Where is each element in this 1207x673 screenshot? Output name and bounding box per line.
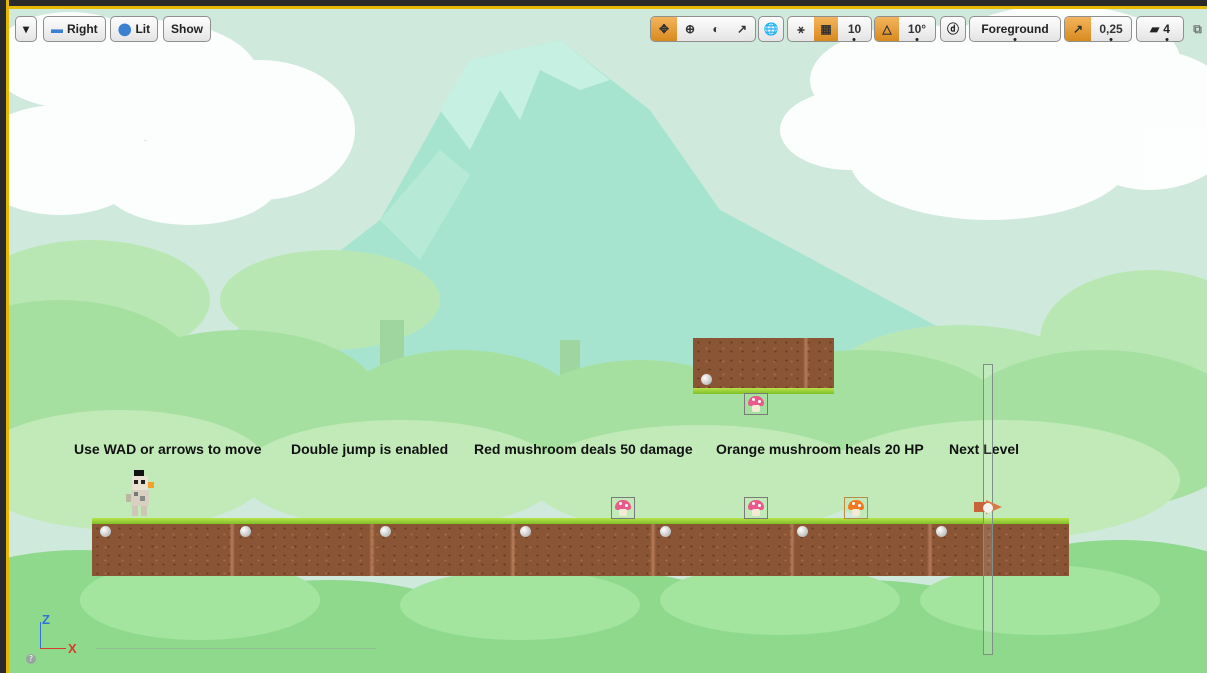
red-mushroom[interactable] xyxy=(611,497,635,519)
pearl-pickup xyxy=(660,526,671,537)
layer-label: Foreground xyxy=(981,22,1049,36)
coordinate-system-button[interactable]: 🌐 xyxy=(758,16,784,42)
show-flags-button[interactable]: Show xyxy=(163,16,211,42)
grid-snap-toggle[interactable]: ▦ xyxy=(814,17,838,41)
next-level-flag[interactable] xyxy=(974,500,1002,514)
lighting-mode-label: Lit xyxy=(135,22,151,36)
hint-red-mushroom: Red mushroom deals 50 damage xyxy=(474,441,693,457)
pearl-pickup xyxy=(240,526,251,537)
translate-icon: ✥ xyxy=(658,22,670,36)
hint-orange-mushroom: Orange mushroom heals 20 HP xyxy=(716,441,924,457)
axis-gizmo: Z X xyxy=(30,612,90,662)
level-viewport[interactable]: ▾ ▬ Right ⬤ Lit Show ✥ ⊕ ◐ ↗ 🌐 ⚹ ▦ 10 △ … xyxy=(0,0,1207,673)
selection-frame-top xyxy=(0,0,1207,9)
maximize-icon: ⧉ xyxy=(1193,22,1202,36)
scale-snap-value[interactable]: 0,25 xyxy=(1091,17,1131,41)
camera-speed-button[interactable]: ▰ 4 xyxy=(1136,16,1184,42)
player-character[interactable] xyxy=(126,470,156,518)
red-mushroom[interactable] xyxy=(744,393,768,415)
grid-snap-icon: ▦ xyxy=(820,22,832,36)
layer-icon-button[interactable]: ⓓ xyxy=(940,16,966,42)
scale-snap-group: ↗ 0,25 xyxy=(1064,16,1132,42)
hint-move: Use WAD or arrows to move xyxy=(74,441,262,457)
axis-z-label: Z xyxy=(42,612,50,627)
transform-tools-group: ✥ ⊕ ◐ ↗ xyxy=(650,16,756,42)
grid-snap-value[interactable]: 10 xyxy=(838,17,871,41)
translate-tool[interactable]: ✥ xyxy=(651,17,677,41)
view-mode-button[interactable]: ▬ Right xyxy=(43,16,106,42)
red-mushroom[interactable] xyxy=(744,497,768,519)
scale-snap-toggle[interactable]: ↗ xyxy=(1065,17,1091,41)
hint-double-jump: Double jump is enabled xyxy=(291,441,449,457)
orange-mushroom[interactable] xyxy=(844,497,868,519)
camera-speed-icon: ▰ xyxy=(1150,22,1160,36)
lighting-mode-button[interactable]: ⬤ Lit xyxy=(110,16,159,42)
scale-tool[interactable]: ◐ xyxy=(703,17,729,41)
selection-frame-left xyxy=(0,0,9,673)
layer-icon: ⓓ xyxy=(946,22,959,36)
maximize-viewport-button[interactable]: ⧉ xyxy=(1188,16,1207,42)
rotation-snap-value[interactable]: 10° xyxy=(899,17,935,41)
viewport-options-dropdown[interactable]: ▾ xyxy=(15,16,37,42)
pearl-pickup xyxy=(701,374,712,385)
rotation-snap-group: △ 10° xyxy=(874,16,936,42)
upper-platform[interactable] xyxy=(693,338,834,394)
transform-tool[interactable]: ↗ xyxy=(729,17,755,41)
chevron-down-icon: ▾ xyxy=(22,22,30,36)
rotate-icon: ⊕ xyxy=(684,22,696,36)
layer-dropdown[interactable]: Foreground xyxy=(969,16,1061,42)
viewport-scale-line xyxy=(96,648,376,649)
pearl-pickup xyxy=(936,526,947,537)
pearl-pickup xyxy=(797,526,808,537)
scale-snap-icon: ↗ xyxy=(1072,22,1084,36)
view-mode-label: Right xyxy=(67,22,98,36)
pearl-pickup xyxy=(520,526,531,537)
axis-x-label: X xyxy=(68,641,77,656)
transform-icon: ↗ xyxy=(736,22,748,36)
ground-platform[interactable] xyxy=(92,518,1069,576)
surface-snap-icon: ⚹ xyxy=(797,21,805,36)
rotation-snap-toggle[interactable]: △ xyxy=(875,17,899,41)
scale-icon: ◐ xyxy=(712,22,720,36)
pearl-pickup xyxy=(380,526,391,537)
right-view-icon: ▬ xyxy=(51,22,63,36)
help-icon[interactable]: ? xyxy=(26,654,36,664)
angle-snap-icon: △ xyxy=(882,22,892,36)
pearl-pickup xyxy=(100,526,111,537)
rotate-tool[interactable]: ⊕ xyxy=(677,17,703,41)
world-local-icon: 🌐 xyxy=(763,22,779,36)
surface-snap-toggle[interactable]: ⚹ xyxy=(788,17,814,41)
show-label: Show xyxy=(171,22,203,36)
lit-sphere-icon: ⬤ xyxy=(118,22,132,36)
grid-snap-group: ⚹ ▦ 10 xyxy=(787,16,872,42)
